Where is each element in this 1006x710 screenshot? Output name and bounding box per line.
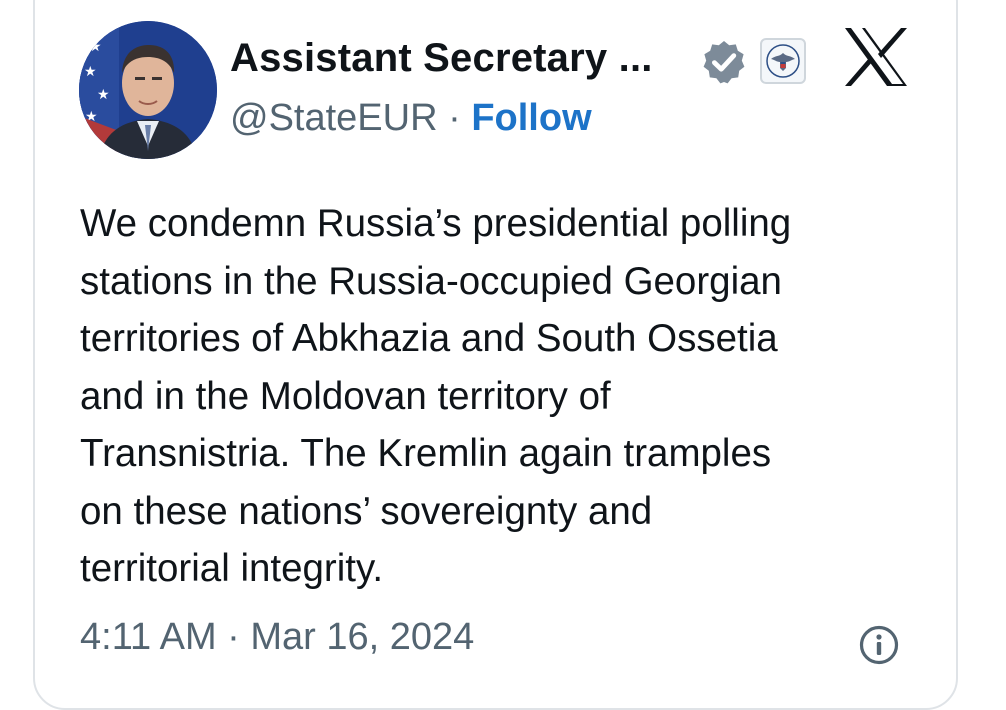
x-logo-icon[interactable] bbox=[843, 26, 909, 88]
post-line: on these nations’ sovereignty and bbox=[80, 489, 653, 533]
post-line: Transnistria. The Kremlin again tramples bbox=[80, 432, 772, 475]
seal-graphic bbox=[766, 44, 800, 78]
avatar-photo: ★ ★ ★ ★ bbox=[79, 21, 217, 159]
post-line: We condemn Russia’s presidential polling bbox=[80, 202, 792, 245]
avatar[interactable]: ★ ★ ★ ★ bbox=[79, 21, 217, 159]
post-text: We condemn Russia’s presidential polling… bbox=[80, 195, 900, 598]
info-icon[interactable] bbox=[858, 624, 900, 666]
verified-badge-icon bbox=[703, 41, 745, 84]
post-line: territorial integrity. bbox=[80, 547, 384, 590]
svg-text:★: ★ bbox=[97, 87, 110, 103]
post-line: stations in the Russia-occupied Georgian bbox=[80, 259, 782, 303]
author-display-name[interactable]: Assistant Secretary ... bbox=[230, 36, 653, 81]
post-timestamp[interactable]: 4:11 AM · Mar 16, 2024 bbox=[80, 616, 474, 659]
author-handle[interactable]: @StateEUR bbox=[230, 97, 438, 139]
svg-text:★: ★ bbox=[84, 64, 97, 80]
follow-button[interactable]: Follow bbox=[471, 97, 591, 139]
author-handle-row: @StateEUR · Follow bbox=[230, 97, 592, 140]
post-line: and in the Moldovan territory of bbox=[80, 374, 611, 418]
post-line: territories of Abkhazia and South Osseti… bbox=[80, 317, 778, 360]
us-state-department-seal-icon[interactable] bbox=[760, 38, 806, 84]
separator-dot: · bbox=[448, 97, 461, 139]
